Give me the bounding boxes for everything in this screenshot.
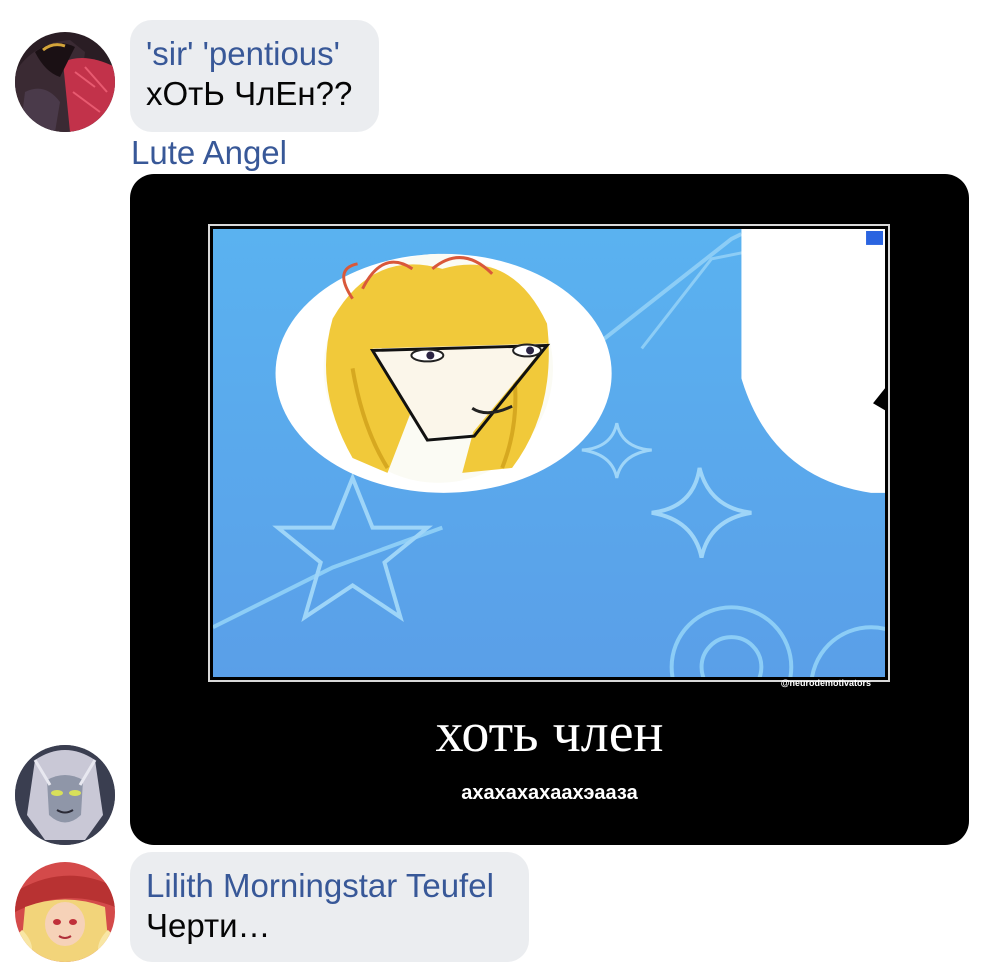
avatar-image xyxy=(15,862,115,962)
message-bubble[interactable]: 'sir' 'pentious' хОтЬ ЧлЕн?? xyxy=(130,20,379,132)
avatar-image xyxy=(15,32,115,132)
blonde-character-sticker-image xyxy=(213,229,885,677)
image-caption-subtitle: ахахахахаахэааза xyxy=(461,782,638,804)
shared-image[interactable]: @neurodemotivators хоть член ахахахахаах… xyxy=(130,174,969,845)
image-caption-title: хоть член xyxy=(435,702,664,764)
sender-name[interactable]: Lute Angel xyxy=(131,133,287,173)
sender-name[interactable]: 'sir' 'pentious' xyxy=(146,34,363,74)
lute-angel-avatar[interactable] xyxy=(15,745,115,845)
watermark-text: @neurodemotivators xyxy=(780,678,871,688)
message-bubble[interactable]: Lilith Morningstar Teufel Черти… xyxy=(130,852,529,962)
lilith-avatar[interactable] xyxy=(15,862,115,962)
meme-picture-frame xyxy=(208,224,890,682)
message-text: Черти… xyxy=(146,907,271,944)
avatar-image xyxy=(15,745,115,845)
sender-name[interactable]: Lilith Morningstar Teufel xyxy=(146,866,513,906)
sir-pentious-avatar[interactable] xyxy=(15,32,115,132)
message-text: хОтЬ ЧлЕн?? xyxy=(146,75,353,112)
